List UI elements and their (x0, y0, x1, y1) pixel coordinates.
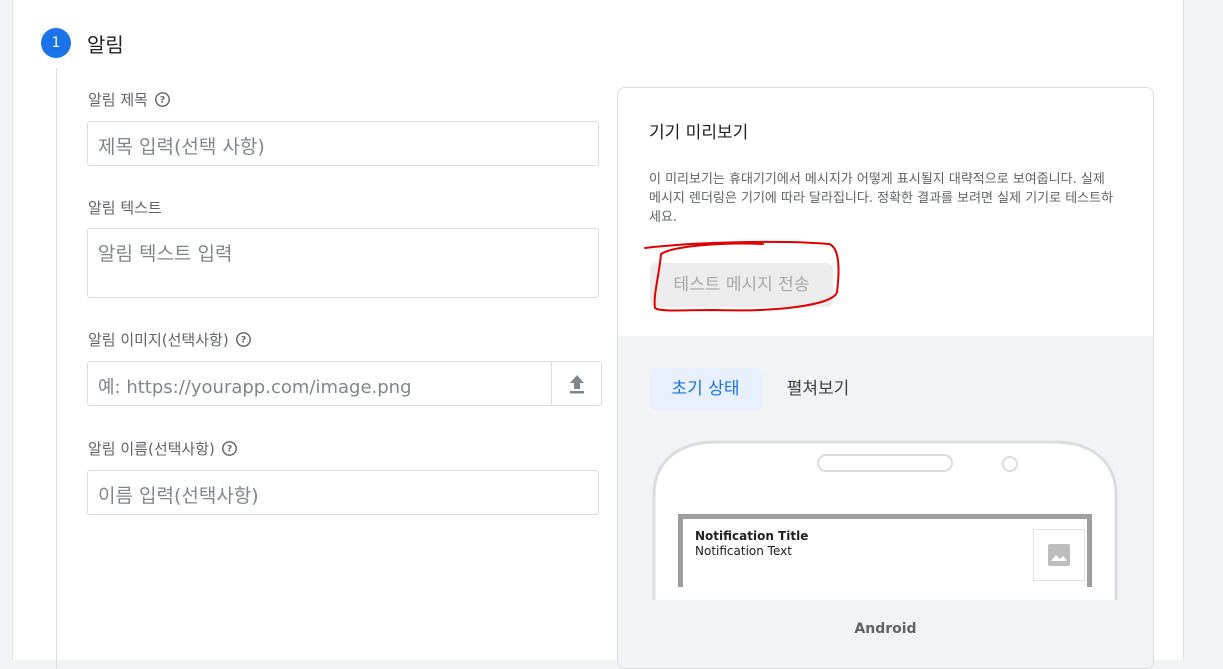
notification-image-label: 알림 이미지(선택사항) ? (88, 329, 252, 350)
tab-initial-state[interactable]: 초기 상태 (649, 368, 762, 410)
upload-image-button[interactable] (551, 361, 602, 406)
tab-expanded[interactable]: 펼쳐보기 (773, 368, 863, 410)
svg-text:?: ? (241, 335, 246, 346)
notification-image-url-input[interactable]: 예: https://yourapp.com/image.png (87, 361, 552, 406)
notification-preview-title: Notification Title (695, 529, 809, 543)
help-icon[interactable]: ? (235, 331, 252, 348)
svg-text:?: ? (227, 444, 232, 455)
notification-title-input[interactable]: 제목 입력(선택 사항) (87, 121, 599, 166)
svg-text:?: ? (160, 95, 165, 106)
notification-text-input[interactable]: 알림 텍스트 입력 (87, 228, 599, 298)
step-connector-line (56, 68, 57, 668)
notification-name-input[interactable]: 이름 입력(선택사항) (87, 470, 599, 515)
device-preview-description: 이 미리보기는 휴대기기에서 메시지가 어떻게 표시될지 대략적으로 보여줍니다… (649, 172, 1114, 225)
device-preview-panel: 기기 미리보기 이 미리보기는 휴대기기에서 메시지가 어떻게 표시될지 대략적… (617, 87, 1154, 669)
notification-name-label: 알림 이름(선택사항) ? (88, 438, 238, 459)
step-title: 알림 (87, 33, 124, 57)
preview-display-area: 초기 상태 펼쳐보기 Notification Title Notificati… (618, 336, 1153, 668)
upload-icon (569, 374, 584, 393)
notification-text-label: 알림 텍스트 (88, 199, 162, 217)
step-number-badge: 1 (41, 28, 71, 58)
image-icon (1048, 544, 1070, 566)
notification-preview-card: Notification Title Notification Text (678, 514, 1092, 587)
notification-image-placeholder (1033, 529, 1085, 581)
help-icon[interactable]: ? (221, 440, 238, 457)
notification-preview-text: Notification Text (695, 544, 792, 558)
device-preview-title: 기기 미리보기 (649, 123, 749, 143)
help-icon[interactable]: ? (154, 91, 171, 108)
platform-label: Android (854, 621, 917, 637)
notification-title-label: 알림 제목 ? (88, 89, 171, 110)
red-annotation-circle (644, 240, 840, 312)
